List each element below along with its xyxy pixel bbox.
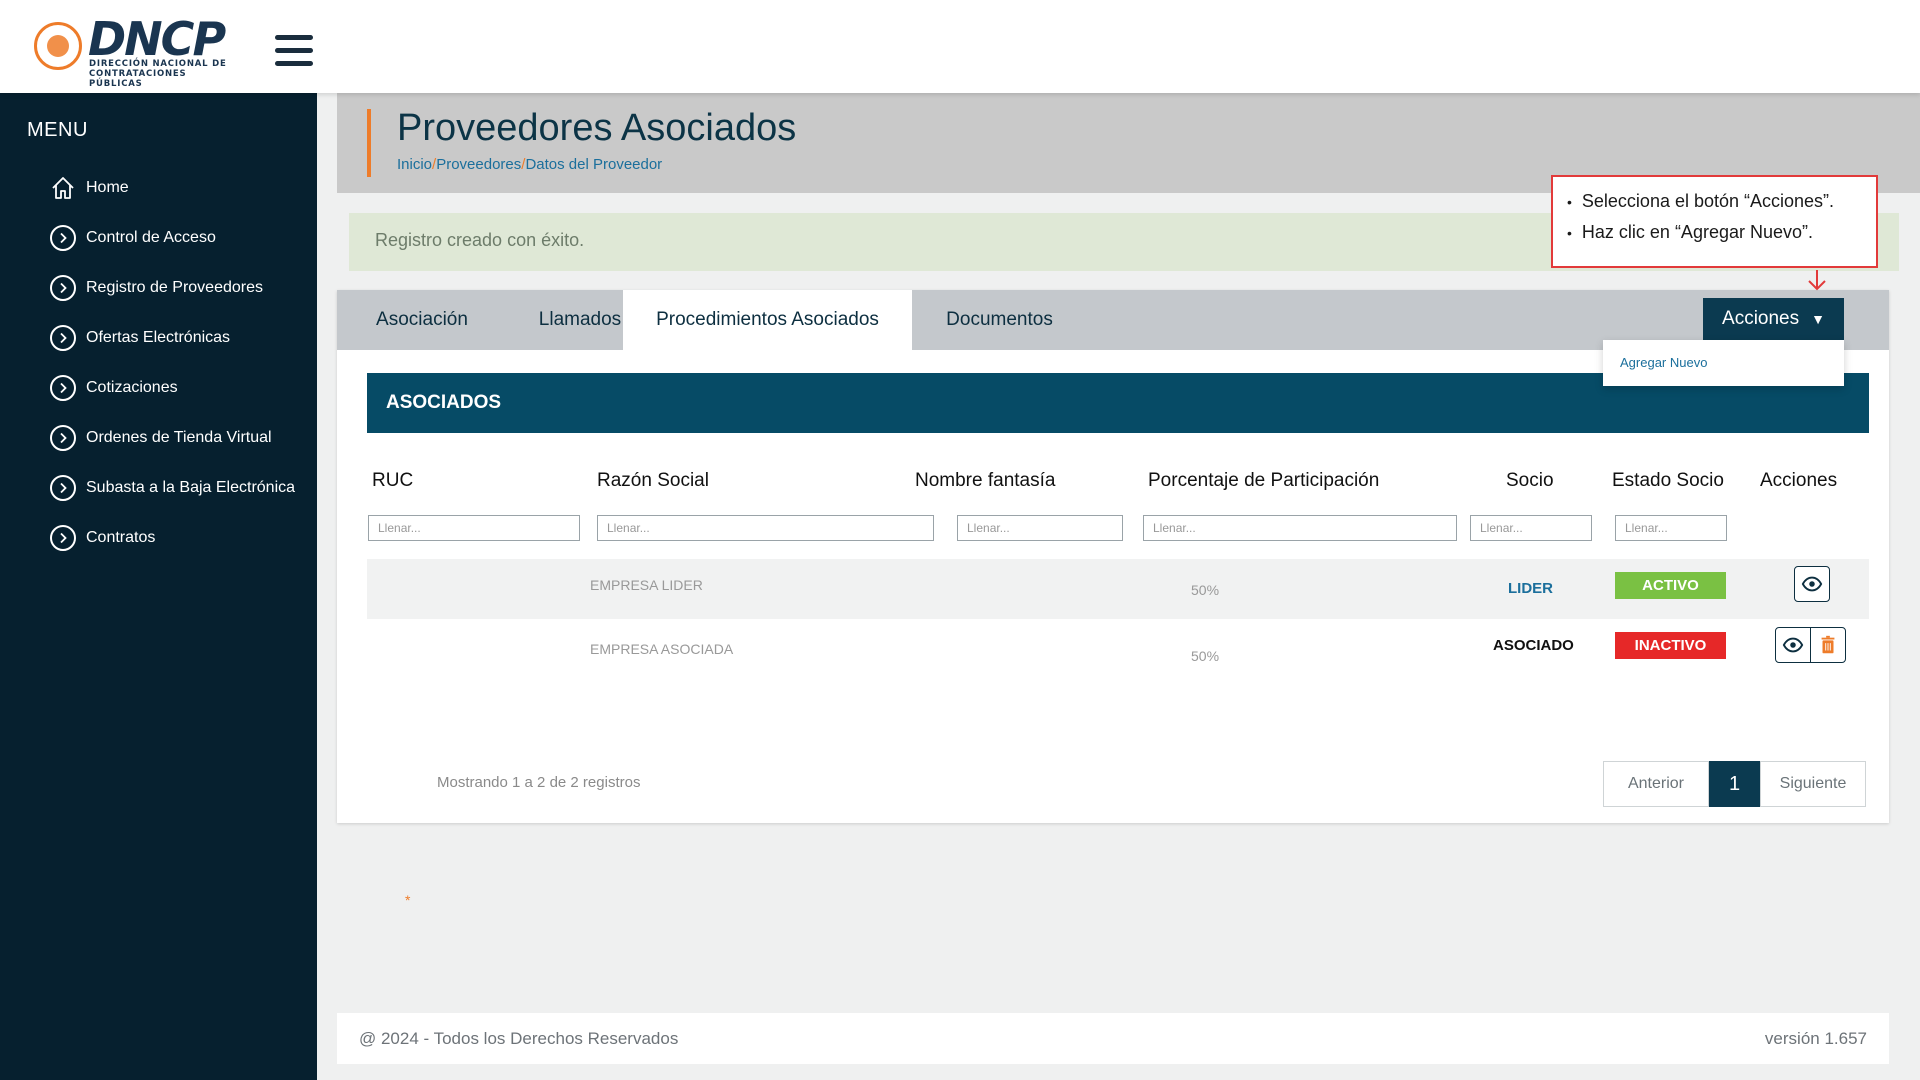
alert-message: Registro creado con éxito. (375, 230, 585, 250)
chevron-right-circle-icon (50, 375, 76, 401)
sidebar-item-ordenes-tienda-virtual[interactable]: Ordenes de Tienda Virtual (50, 423, 272, 453)
chevron-right-circle-icon (50, 225, 76, 251)
column-header-ruc: RUC (372, 470, 414, 491)
sidebar: MENU Home Control de Acceso Registro de … (0, 93, 317, 1080)
menu-title: MENU (27, 119, 88, 141)
filter-estado-socio-input[interactable] (1615, 515, 1727, 541)
sidebar-item-label: Cotizaciones (86, 379, 178, 396)
sidebar-item-subasta-baja[interactable]: Subasta a la Baja Electrónica (50, 473, 295, 503)
cell-razon-social: EMPRESA LIDER (590, 577, 703, 593)
breadcrumb-inicio[interactable]: Inicio (397, 156, 432, 173)
sidebar-item-cotizaciones[interactable]: Cotizaciones (50, 373, 178, 403)
filter-nombre-fantasia-input[interactable] (957, 515, 1123, 541)
sidebar-item-ofertas-electronicas[interactable]: Ofertas Electrónicas (50, 323, 230, 353)
footer-version: versión 1.657 (1764, 1029, 1867, 1048)
tab-documentos[interactable]: Documentos (912, 290, 1087, 350)
logo-subtitle-line-2: CONTRATACIONES PÚBLICAS (89, 69, 187, 89)
pagination-previous-button[interactable]: Anterior (1603, 761, 1709, 807)
sidebar-item-registro-proveedores[interactable]: Registro de Proveedores (50, 273, 263, 303)
column-header-acciones: Acciones (1760, 470, 1838, 491)
logo-subtitle-line-1: DIRECCIÓN NACIONAL DE (89, 59, 227, 69)
acciones-dropdown-menu: Agregar Nuevo (1603, 340, 1844, 386)
table-row: EMPRESA LIDER 50% LIDER ACTIVO (367, 559, 1869, 619)
breadcrumb-proveedores[interactable]: Proveedores (436, 156, 521, 173)
column-header-estado-socio: Estado Socio (1612, 470, 1724, 491)
sidebar-item-label: Ofertas Electrónicas (86, 329, 231, 346)
callout-arrow-icon (1808, 270, 1826, 291)
eye-icon (1801, 576, 1823, 592)
status-badge: ACTIVO (1615, 572, 1726, 599)
cell-porcentaje: 50% (1191, 582, 1220, 598)
top-bar: DNCP DIRECCIÓN NACIONAL DE CONTRATACIONE… (0, 0, 1920, 93)
cell-socio: LIDER (1508, 580, 1553, 597)
tab-asociacion[interactable]: Asociación (337, 290, 507, 350)
filter-socio-input[interactable] (1470, 515, 1592, 541)
hamburger-menu-icon[interactable] (275, 35, 313, 69)
home-icon (50, 175, 76, 201)
cell-razon-social: EMPRESA ASOCIADA (590, 641, 734, 657)
pagination-page-1[interactable]: 1 (1709, 761, 1760, 807)
column-header-razon-social: Razón Social (597, 470, 709, 491)
sidebar-item-label: Contratos (86, 529, 156, 546)
pagination-next-button[interactable]: Siguiente (1760, 761, 1866, 807)
eye-icon (1782, 637, 1804, 653)
main-card: Asociación Llamados Procedimientos Asoci… (337, 290, 1889, 823)
filter-ruc-input[interactable] (368, 515, 580, 541)
chevron-right-circle-icon (50, 425, 76, 451)
sidebar-item-label: Ordenes de Tienda Virtual (86, 429, 272, 446)
column-header-porcentaje: Porcentaje de Participación (1148, 470, 1380, 491)
logo-subtitle: DIRECCIÓN NACIONAL DE CONTRATACIONES PÚB… (89, 59, 239, 89)
menu-item-agregar-nuevo[interactable]: Agregar Nuevo (1620, 355, 1707, 370)
filter-razon-social-input[interactable] (597, 515, 934, 541)
cell-socio: ASOCIADO (1493, 637, 1574, 654)
pagination-info: Mostrando 1 a 2 de 2 registros (437, 774, 641, 791)
cell-porcentaje: 50% (1191, 648, 1220, 664)
footer-copyright: @ 2024 - Todos los Derechos Reservados (359, 1029, 679, 1048)
section-title: ASOCIADOS (386, 392, 502, 413)
instruction-callout: Selecciona el botón “Acciones”. Haz clic… (1551, 175, 1878, 268)
header-accent-bar (367, 109, 371, 177)
column-header-socio: Socio (1506, 470, 1554, 491)
sidebar-item-label: Home (86, 179, 129, 196)
filter-porcentaje-input[interactable] (1143, 515, 1457, 541)
sidebar-item-label: Control de Acceso (86, 229, 216, 246)
chevron-right-circle-icon (50, 325, 76, 351)
status-badge: INACTIVO (1615, 632, 1726, 659)
logo-name: DNCP (88, 12, 226, 66)
breadcrumb-datos-proveedor[interactable]: Datos del Proveedor (525, 156, 662, 173)
dncp-logo[interactable]: DNCP DIRECCIÓN NACIONAL DE CONTRATACIONE… (34, 12, 234, 89)
page-title: Proveedores Asociados (397, 107, 797, 149)
sidebar-item-home[interactable]: Home (50, 173, 129, 203)
callout-step-2: Haz clic en “Agregar Nuevo”. (1567, 222, 1876, 243)
tab-procedimientos-asociados[interactable]: Procedimientos Asociados (623, 290, 912, 350)
chevron-right-circle-icon (50, 275, 76, 301)
logo-emblem-icon (34, 22, 82, 70)
acciones-button-label: Acciones (1722, 308, 1800, 329)
sidebar-item-control-acceso[interactable]: Control de Acceso (50, 223, 216, 253)
breadcrumb: Inicio/Proveedores/Datos del Proveedor (397, 156, 662, 173)
chevron-right-circle-icon (50, 475, 76, 501)
sidebar-item-label: Subasta a la Baja Electrónica (86, 479, 296, 496)
delete-button[interactable] (1810, 627, 1846, 663)
column-header-nombre-fantasia: Nombre fantasía (915, 470, 1056, 491)
table-row: EMPRESA ASOCIADA 50% ASOCIADO INACTIVO (367, 620, 1869, 680)
chevron-right-circle-icon (50, 525, 76, 551)
footer: @ 2024 - Todos los Derechos Reservados v… (337, 1013, 1889, 1064)
caret-down-icon: ▼ (1811, 311, 1825, 327)
view-button[interactable] (1775, 627, 1811, 663)
sidebar-item-contratos[interactable]: Contratos (50, 523, 155, 553)
sidebar-item-label: Registro de Proveedores (86, 279, 263, 296)
trash-icon (1821, 635, 1835, 654)
view-button[interactable] (1794, 566, 1830, 602)
required-asterisk: * (405, 892, 411, 908)
acciones-button[interactable]: Acciones ▼ (1703, 298, 1844, 340)
callout-step-1: Selecciona el botón “Acciones”. (1567, 191, 1876, 212)
